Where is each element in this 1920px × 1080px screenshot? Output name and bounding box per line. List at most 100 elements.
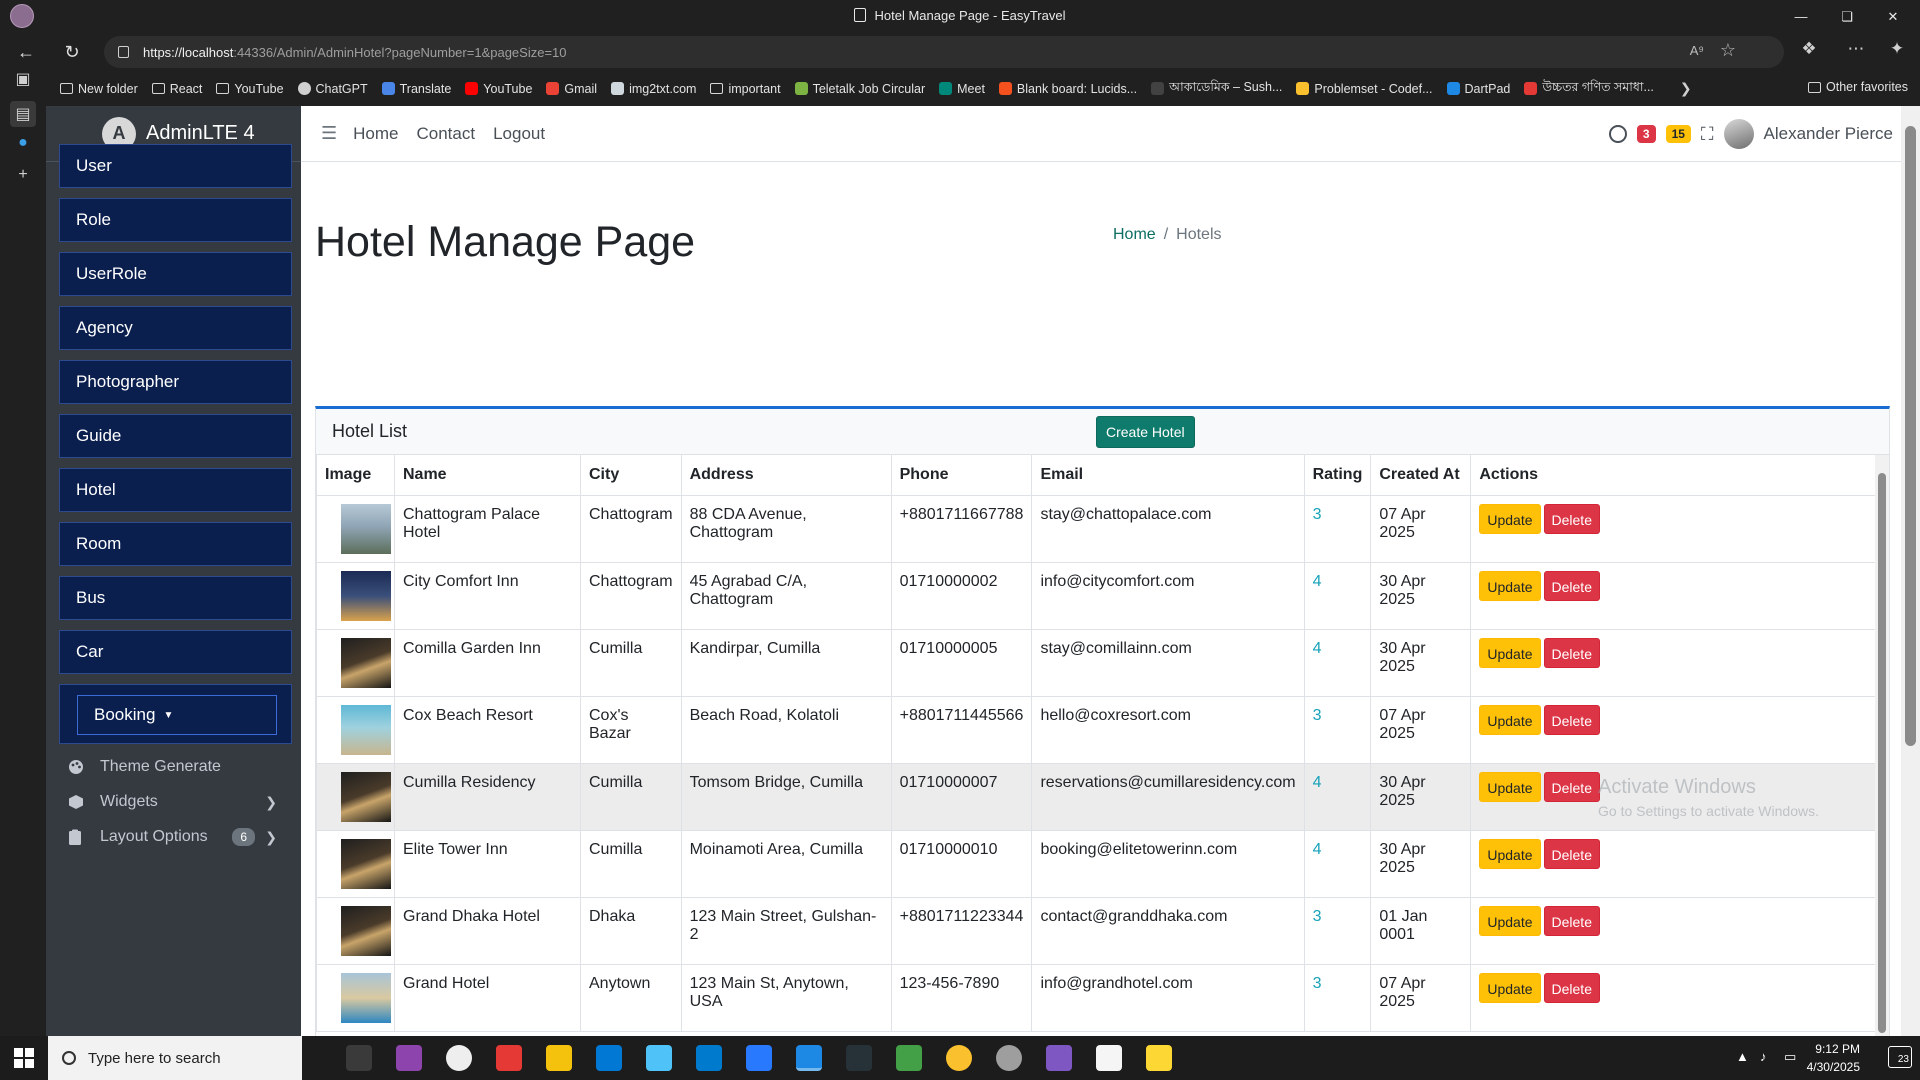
create-hotel-button[interactable]: Create Hotel: [1096, 416, 1195, 448]
sidebar-item-widgets[interactable]: Widgets ❯: [68, 784, 283, 820]
nav-contact-link[interactable]: Contact: [417, 124, 476, 144]
hotel-rating-link[interactable]: 3: [1303, 494, 1372, 563]
hotel-rating-link[interactable]: 3: [1303, 963, 1372, 1032]
sidebar-item-agency[interactable]: Agency: [59, 306, 292, 350]
app-icon[interactable]: [446, 1045, 472, 1071]
sidebar-item-layout-options[interactable]: Layout Options 6 ❯: [68, 819, 283, 855]
sidebar-item-userrole[interactable]: UserRole: [59, 252, 292, 296]
tab-actions-icon[interactable]: ▣: [10, 66, 36, 92]
sidebar-item-user[interactable]: User: [59, 144, 292, 188]
update-button[interactable]: Update: [1479, 972, 1541, 1003]
bookmark-important[interactable]: important: [710, 82, 781, 96]
edge-logo-icon[interactable]: ●: [10, 130, 36, 156]
app-icon[interactable]: [896, 1045, 922, 1071]
fullscreen-icon[interactable]: ⛶: [1701, 124, 1714, 145]
bookmark-chatgpt[interactable]: ChatGPT: [297, 82, 368, 96]
user-avatar[interactable]: [1723, 119, 1754, 149]
update-button[interactable]: Update: [1479, 503, 1541, 534]
network-icon[interactable]: ▭: [1784, 1049, 1796, 1065]
address-bar[interactable]: https://localhost:44336/Admin/AdminHotel…: [104, 36, 1784, 68]
app-icon[interactable]: [996, 1045, 1022, 1071]
bookmark-youtube-folder[interactable]: YouTube: [216, 82, 284, 96]
delete-button[interactable]: Delete: [1543, 905, 1600, 936]
bookmark-youtube[interactable]: YouTube: [465, 82, 532, 96]
app-icon[interactable]: [646, 1045, 672, 1071]
page-scrollbar[interactable]: [1901, 106, 1920, 1036]
read-aloud-icon[interactable]: A⁹: [1690, 43, 1704, 58]
bookmark-other-favorites[interactable]: Other favorites: [1808, 80, 1908, 94]
nav-logout-link[interactable]: Logout: [493, 124, 545, 144]
sidebar-item-theme-generate[interactable]: Theme Generate: [68, 749, 283, 785]
bookmark-teletalk[interactable]: Teletalk Job Circular: [794, 82, 925, 96]
delete-button[interactable]: Delete: [1543, 704, 1600, 735]
booking-dropdown-button[interactable]: Booking ▼: [77, 695, 277, 735]
sidebar-item-role[interactable]: Role: [59, 198, 292, 242]
windows-start-icon[interactable]: [14, 1048, 34, 1068]
close-icon[interactable]: ✕: [1870, 0, 1916, 33]
table-scrollbar[interactable]: [1875, 455, 1889, 1036]
app-icon[interactable]: [1146, 1045, 1172, 1071]
bookmark-math[interactable]: উচ্চতর গণিত সমাধা...: [1524, 79, 1654, 99]
delete-button[interactable]: Delete: [1543, 771, 1600, 802]
add-tab-icon[interactable]: +: [10, 162, 36, 188]
taskbar-search-box[interactable]: Type here to search: [48, 1036, 302, 1080]
chevron-right-icon[interactable]: ❯: [1680, 80, 1692, 97]
page-tab-icon[interactable]: ▤: [10, 101, 36, 127]
bookmark-gmail[interactable]: Gmail: [546, 82, 597, 96]
volume-icon[interactable]: ♪: [1760, 1049, 1767, 1064]
office-icon[interactable]: [496, 1045, 522, 1071]
hotel-rating-link[interactable]: 4: [1303, 628, 1372, 697]
file-explorer-icon[interactable]: [546, 1045, 572, 1071]
update-button[interactable]: Update: [1479, 905, 1541, 936]
bookmark-lucid[interactable]: Blank board: Lucids...: [998, 82, 1137, 96]
search-icon[interactable]: [1608, 125, 1627, 143]
refresh-icon[interactable]: ↻: [58, 39, 86, 65]
sidebar-item-room[interactable]: Room: [59, 522, 292, 566]
hotel-rating-link[interactable]: 4: [1303, 762, 1372, 831]
update-button[interactable]: Update: [1479, 637, 1541, 668]
copilot-app-icon[interactable]: [396, 1045, 422, 1071]
sidebar-item-bus[interactable]: Bus: [59, 576, 292, 620]
hotel-rating-link[interactable]: 4: [1303, 829, 1372, 898]
hamburger-menu-icon[interactable]: ☰: [321, 123, 337, 144]
edge-taskbar-icon[interactable]: [796, 1045, 822, 1071]
breadcrumb-home-link[interactable]: Home: [1113, 226, 1156, 243]
delete-button[interactable]: Delete: [1543, 503, 1600, 534]
sidebar-item-hotel[interactable]: Hotel: [59, 468, 292, 512]
store-icon[interactable]: [596, 1045, 622, 1071]
user-name[interactable]: Alexander Pierce: [1764, 124, 1893, 144]
notification-center-icon[interactable]: 23: [1888, 1046, 1912, 1068]
lock-icon[interactable]: [118, 46, 129, 58]
update-button[interactable]: Update: [1479, 704, 1541, 735]
bookmark-react[interactable]: React: [151, 82, 202, 96]
sidebar-item-photographer[interactable]: Photographer: [59, 360, 292, 404]
bookmark-img2txt[interactable]: img2txt.com: [611, 82, 696, 96]
update-button[interactable]: Update: [1479, 570, 1541, 601]
page-scrollbar-thumb[interactable]: [1905, 126, 1916, 746]
notion-icon[interactable]: [1096, 1045, 1122, 1071]
maximize-icon[interactable]: ❏: [1824, 0, 1870, 33]
nav-home-link[interactable]: Home: [353, 124, 398, 144]
bookmark-dartpad[interactable]: DartPad: [1446, 82, 1510, 96]
more-menu-icon[interactable]: ⋯: [1843, 39, 1869, 59]
visual-studio-icon[interactable]: [1046, 1045, 1072, 1071]
delete-button[interactable]: Delete: [1543, 570, 1600, 601]
sidebar-item-guide[interactable]: Guide: [59, 414, 292, 458]
delete-button[interactable]: Delete: [1543, 637, 1600, 668]
tray-chevron-up-icon[interactable]: ▲: [1736, 1049, 1749, 1064]
minimize-icon[interactable]: —: [1778, 0, 1824, 33]
hotel-rating-link[interactable]: 3: [1303, 695, 1372, 764]
taskbar-clock[interactable]: 9:12 PM 4/30/2025: [1807, 1040, 1860, 1076]
bookmark-meet[interactable]: Meet: [939, 82, 985, 96]
url-text[interactable]: https://localhost:44336/Admin/AdminHotel…: [143, 45, 567, 60]
bookmark-translate[interactable]: Translate: [381, 82, 451, 96]
favorite-star-icon[interactable]: ☆: [1720, 40, 1736, 61]
bookmark-academic[interactable]: আকাডেমিক – Sush...: [1151, 79, 1282, 99]
task-view-icon[interactable]: [346, 1045, 372, 1071]
hotel-rating-link[interactable]: 3: [1303, 896, 1372, 965]
bookmark-new-folder[interactable]: New folder: [60, 82, 138, 96]
extensions-icon[interactable]: ❖: [1796, 39, 1822, 59]
delete-button[interactable]: Delete: [1543, 838, 1600, 869]
webstorm-icon[interactable]: [846, 1045, 872, 1071]
bookmark-codeforces[interactable]: Problemset - Codef...: [1296, 82, 1433, 96]
